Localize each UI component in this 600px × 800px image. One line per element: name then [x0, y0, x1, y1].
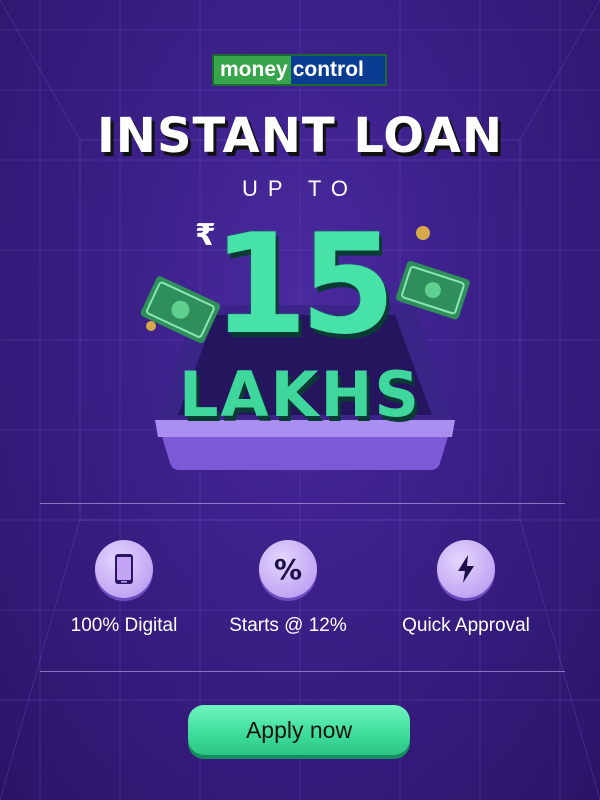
headline-title: INSTANT LOAN [96, 108, 504, 164]
moneycontrol-logo: money control [212, 54, 387, 86]
percent-icon: % [259, 540, 317, 598]
feature-approval: Quick Approval [376, 540, 556, 637]
loan-amount: 15 [211, 204, 396, 365]
logo-control-text: control [290, 56, 385, 84]
divider-top [40, 503, 565, 504]
feature-rate: % Starts @ 12% [198, 540, 378, 637]
divider-bottom [40, 671, 565, 672]
headline-up-to: UP TO [241, 176, 359, 201]
feature-label: Quick Approval [402, 615, 530, 636]
logo-money-text: money [214, 56, 291, 84]
feature-label: 100% Digital [70, 615, 178, 636]
loan-unit: LAKHS [178, 358, 422, 431]
feature-digital: 100% Digital [34, 540, 214, 637]
smartphone-icon [95, 540, 153, 598]
feature-label: Starts @ 12% [229, 615, 347, 636]
lightning-icon [437, 540, 495, 598]
apply-now-button[interactable]: Apply now [188, 705, 410, 755]
